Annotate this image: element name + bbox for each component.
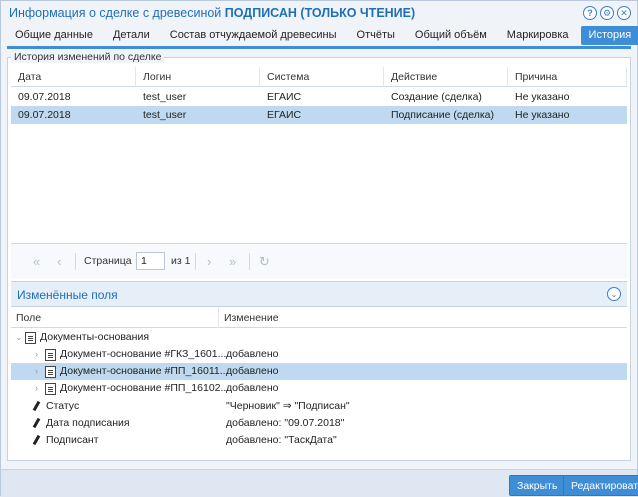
chevron-down-icon[interactable]: ⌄ xyxy=(15,329,25,346)
next-page-icon[interactable]: › xyxy=(207,254,211,269)
document-icon xyxy=(45,365,56,378)
first-page-icon[interactable]: « xyxy=(33,254,40,269)
help-icon[interactable]: ? xyxy=(583,6,597,20)
tree-row[interactable]: ⌄ Документы-основания xyxy=(11,329,627,346)
cell-system: ЕГАИС xyxy=(267,109,302,121)
history-fieldset: Дата Логин Система Действие Причина 09.0… xyxy=(7,57,631,461)
pencil-icon xyxy=(31,418,41,430)
cell-system: ЕГАИС xyxy=(267,91,302,103)
pager-separator xyxy=(195,253,196,270)
cell-action: Создание (сделка) xyxy=(391,91,482,103)
table-row[interactable]: 09.07.2018 test_user ЕГАИС Создание (сде… xyxy=(11,88,627,106)
tree-change-value: добавлено xyxy=(226,365,279,377)
tree-field-label: Документ-основание #ПП_16102... xyxy=(60,382,230,394)
tree-row[interactable]: Подписант добавлено: "ТаскДата" xyxy=(11,432,627,449)
cell-date: 09.07.2018 xyxy=(18,109,71,121)
cell-login: test_user xyxy=(143,109,187,121)
changed-fields-grid-header: Поле Изменение xyxy=(11,308,627,328)
tab-timber-composition[interactable]: Состав отчуждаемой древесины xyxy=(162,26,345,45)
column-system[interactable]: Система xyxy=(260,67,384,87)
tree-change-value: добавлено: "09.07.2018" xyxy=(226,417,345,429)
tab-bar: Общие данные Детали Состав отчуждаемой д… xyxy=(7,26,638,46)
changed-fields-header[interactable]: Изменённые поля ⌄ xyxy=(11,281,627,307)
tree-field-label: Подписант xyxy=(46,434,99,446)
tree-field-label: Статус xyxy=(46,400,80,412)
cell-reason: Не указано xyxy=(515,109,570,121)
document-icon xyxy=(45,382,56,395)
title-bar: Информация о сделке с древесиной ПОДПИСА… xyxy=(1,1,637,25)
pager-separator xyxy=(249,253,250,270)
edit-button[interactable]: Редактировать xyxy=(563,475,638,496)
chevron-right-icon[interactable]: › xyxy=(35,346,45,363)
close-icon[interactable]: ✕ xyxy=(617,6,631,20)
gear-icon[interactable]: ⚙ xyxy=(600,6,614,20)
page-number-input[interactable] xyxy=(136,252,165,270)
cell-reason: Не указано xyxy=(515,91,570,103)
pager-separator xyxy=(75,253,76,270)
prev-page-icon[interactable]: ‹ xyxy=(57,254,61,269)
column-login[interactable]: Логин xyxy=(136,67,260,87)
window-title: Информация о сделке с древесиной ПОДПИСА… xyxy=(9,6,415,20)
cell-login: test_user xyxy=(143,91,187,103)
column-reason[interactable]: Причина xyxy=(508,67,627,87)
chevron-right-icon[interactable]: › xyxy=(35,363,45,380)
cell-date: 09.07.2018 xyxy=(18,91,71,103)
tree-field-label: Дата подписания xyxy=(46,417,130,429)
column-date[interactable]: Дата xyxy=(11,67,136,87)
tree-row[interactable]: › Документ-основание #ПП_16102... добавл… xyxy=(11,380,627,397)
changed-fields-title: Изменённые поля xyxy=(17,288,118,302)
tree-field-label: Документ-основание #ГКЗ_1601... xyxy=(60,348,227,360)
tree-row[interactable]: Дата подписания добавлено: "09.07.2018" xyxy=(11,415,627,432)
column-change[interactable]: Изменение xyxy=(219,308,279,328)
deal-info-window: Информация о сделке с древесиной ПОДПИСА… xyxy=(0,0,638,496)
tree-row[interactable]: Статус "Черновик" ⇒ "Подписан" xyxy=(11,398,627,415)
collapse-chevron-icon[interactable]: ⌄ xyxy=(607,287,621,301)
page-count-label: из 1 xyxy=(171,255,191,267)
tab-marking[interactable]: Маркировка xyxy=(499,26,577,45)
pencil-icon xyxy=(31,435,41,447)
tree-change-value: добавлено: "ТаскДата" xyxy=(226,434,337,446)
title-prefix: Информация о сделке с древесиной xyxy=(9,6,222,20)
tree-row[interactable]: › Документ-основание #ГКЗ_1601... добавл… xyxy=(11,346,627,363)
document-icon xyxy=(45,348,56,361)
tree-change-value: добавлено xyxy=(226,382,279,394)
history-legend: История изменений по сделке xyxy=(11,51,165,63)
tab-underline xyxy=(7,46,631,49)
close-button[interactable]: Закрыть xyxy=(509,475,566,496)
refresh-icon[interactable]: ↻ xyxy=(259,254,270,270)
tab-general[interactable]: Общие данные xyxy=(7,26,101,45)
pencil-icon xyxy=(31,401,41,413)
tree-field-label: Документы-основания xyxy=(40,331,149,343)
document-icon xyxy=(25,331,36,344)
pagination-toolbar: « ‹ Страница из 1 › » ↻ xyxy=(11,243,627,279)
chevron-right-icon[interactable]: › xyxy=(35,380,45,397)
tree-change-value: "Черновик" ⇒ "Подписан" xyxy=(226,400,350,412)
tree-row[interactable]: › Документ-основание #ПП_16011... добавл… xyxy=(11,363,627,380)
tree-change-value: добавлено xyxy=(226,348,279,360)
tree-field-label: Документ-основание #ПП_16011... xyxy=(60,365,229,377)
footer-toolbar: Закрыть Редактировать xyxy=(1,469,638,496)
title-status: ПОДПИСАН (ТОЛЬКО ЧТЕНИЕ) xyxy=(224,6,416,20)
tab-total-volume[interactable]: Общий объём xyxy=(407,26,495,45)
history-grid-header: Дата Логин Система Действие Причина xyxy=(11,67,627,87)
table-row[interactable]: 09.07.2018 test_user ЕГАИС Подписание (с… xyxy=(11,106,627,124)
tab-reports[interactable]: Отчёты xyxy=(349,26,403,45)
column-field[interactable]: Поле xyxy=(11,308,219,328)
page-label: Страница xyxy=(84,255,132,267)
tab-history[interactable]: История xyxy=(580,26,638,45)
tab-details[interactable]: Детали xyxy=(105,26,158,45)
last-page-icon[interactable]: » xyxy=(229,254,236,269)
column-action[interactable]: Действие xyxy=(384,67,508,87)
cell-action: Подписание (сделка) xyxy=(391,109,494,121)
